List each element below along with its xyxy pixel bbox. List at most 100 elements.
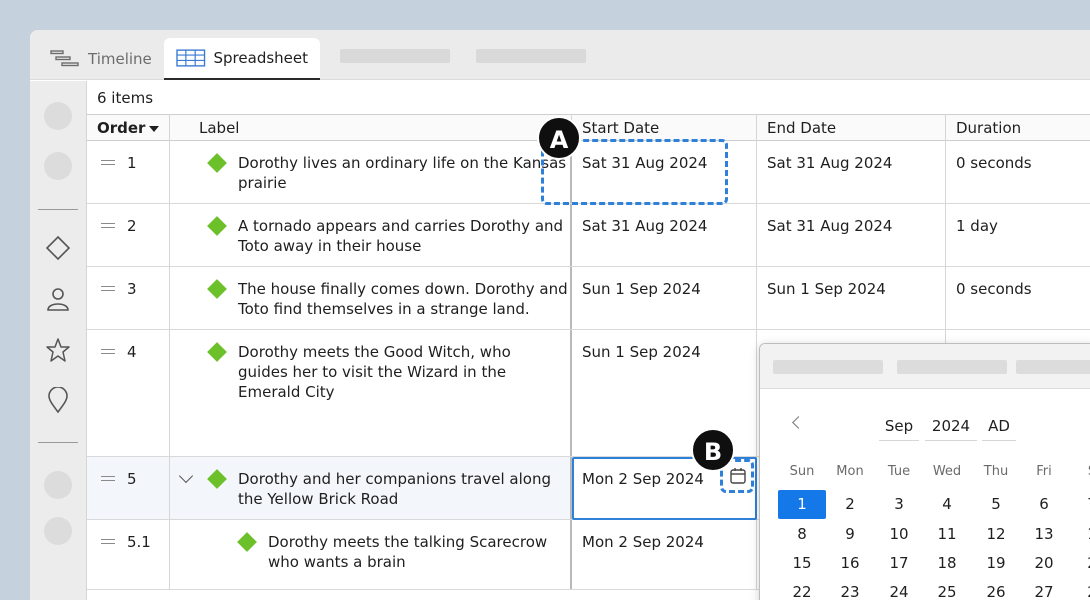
sidebar-placeholder-button[interactable] xyxy=(44,471,72,499)
calendar-day[interactable]: 16 xyxy=(826,549,874,578)
sidebar-placeholder-button[interactable] xyxy=(44,152,72,180)
label-cell[interactable]: The house finally comes down. Dorothy an… xyxy=(170,267,572,329)
calendar-day[interactable]: 27 xyxy=(1020,578,1068,600)
milestone-diamond-icon xyxy=(207,469,227,489)
order-cell: 2 xyxy=(87,204,170,266)
calendar-day[interactable]: 11 xyxy=(923,520,971,549)
calendar-day[interactable]: 24 xyxy=(875,578,923,600)
era-select[interactable]: AD xyxy=(982,411,1016,441)
label-cell[interactable]: Dorothy lives an ordinary life on the Ka… xyxy=(170,141,572,203)
order-number: 1 xyxy=(127,154,137,172)
drag-handle-icon[interactable] xyxy=(101,539,115,544)
drag-handle-icon[interactable] xyxy=(101,160,115,165)
calendar-day[interactable]: 19 xyxy=(972,549,1020,578)
calendar-day[interactable]: 2 xyxy=(1068,549,1090,578)
tab-placeholder xyxy=(476,49,586,63)
calendar-day[interactable]: 9 xyxy=(826,520,874,549)
calendar-day[interactable]: 3 xyxy=(875,490,923,519)
weekday-label: Tue xyxy=(887,464,911,479)
user-icon[interactable] xyxy=(45,286,71,312)
duration-cell[interactable]: 0 seconds xyxy=(946,267,1090,329)
milestone-diamond-icon xyxy=(207,216,227,236)
start-date-cell[interactable]: Mon 2 Sep 2024 xyxy=(572,520,757,589)
map-pin-icon[interactable] xyxy=(45,387,71,413)
label-text: Dorothy lives an ordinary life on the Ka… xyxy=(238,154,567,192)
order-cell: 5.1 xyxy=(87,520,170,589)
calendar-day[interactable]: 17 xyxy=(875,549,923,578)
drag-handle-icon[interactable] xyxy=(101,476,115,481)
callout-badge-b: B xyxy=(691,428,735,472)
calendar-day[interactable]: 4 xyxy=(923,490,971,519)
duration-cell[interactable]: 1 day xyxy=(946,204,1090,266)
label-cell[interactable]: A tornado appears and carries Dorothy an… xyxy=(170,204,572,266)
calendar-day[interactable]: 8 xyxy=(778,520,826,549)
duration-cell[interactable]: 0 seconds xyxy=(946,141,1090,203)
table-row[interactable]: 3 The house finally comes down. Dorothy … xyxy=(87,267,1090,330)
month-select[interactable]: Sep xyxy=(879,411,919,441)
column-header-order[interactable]: Order xyxy=(87,114,170,141)
drag-handle-icon[interactable] xyxy=(101,349,115,354)
sidebar-divider xyxy=(38,209,78,210)
tab-spreadsheet-label: Spreadsheet xyxy=(213,49,308,67)
tab-timeline-label: Timeline xyxy=(88,50,152,68)
calendar-day[interactable]: 22 xyxy=(778,578,826,600)
table-row[interactable]: 2 A tornado appears and carries Dorothy … xyxy=(87,204,1090,267)
sort-desc-icon xyxy=(149,125,160,132)
calendar-day[interactable]: 10 xyxy=(875,520,923,549)
calendar-day[interactable]: 1 xyxy=(1068,520,1090,549)
drag-handle-icon[interactable] xyxy=(101,286,115,291)
column-header-start-date[interactable]: Start Date xyxy=(572,114,757,141)
label-cell[interactable]: Dorothy meets the talking Scarecrow who … xyxy=(170,520,572,589)
tab-spreadsheet[interactable]: Spreadsheet xyxy=(164,38,320,80)
header-placeholder xyxy=(1016,360,1090,374)
start-date-cell[interactable]: Sat 31 Aug 2024 xyxy=(572,204,757,266)
end-date-cell[interactable]: Sun 1 Sep 2024 xyxy=(757,267,946,329)
chevron-left-icon[interactable] xyxy=(792,416,805,429)
milestone-diamond-icon xyxy=(237,532,257,552)
end-date-cell[interactable]: Sat 31 Aug 2024 xyxy=(757,141,946,203)
sidebar-placeholder-button[interactable] xyxy=(44,517,72,545)
header-placeholder xyxy=(773,360,883,374)
column-header-end-date[interactable]: End Date xyxy=(757,114,946,141)
column-header-duration[interactable]: Duration xyxy=(946,114,1090,141)
item-count: 6 items xyxy=(97,89,154,107)
end-date-cell[interactable]: Sat 31 Aug 2024 xyxy=(757,204,946,266)
year-select[interactable]: 2024 xyxy=(925,411,977,441)
sidebar-placeholder-button[interactable] xyxy=(44,102,72,130)
drag-handle-icon[interactable] xyxy=(101,223,115,228)
label-cell[interactable]: Dorothy meets the Good Witch, who guides… xyxy=(170,330,572,456)
calendar-day[interactable]: 18 xyxy=(923,549,971,578)
calendar-day[interactable]: 25 xyxy=(923,578,971,600)
calendar-day[interactable]: 12 xyxy=(972,520,1020,549)
column-header-label[interactable]: Label xyxy=(170,114,572,141)
calendar-day[interactable]: 20 xyxy=(1020,549,1068,578)
order-cell: 4 xyxy=(87,330,170,456)
header-placeholder xyxy=(897,360,1007,374)
sidebar-divider xyxy=(38,442,78,443)
calendar-day[interactable]: 26 xyxy=(972,578,1020,600)
calendar-day[interactable]: 23 xyxy=(826,578,874,600)
weekday-label: Sun xyxy=(789,464,815,479)
order-number: 3 xyxy=(127,280,137,298)
tab-placeholder xyxy=(340,49,450,63)
chevron-down-icon[interactable] xyxy=(178,468,194,484)
start-date-cell[interactable]: Sun 1 Sep 2024 xyxy=(572,267,757,329)
milestone-diamond-icon xyxy=(207,342,227,362)
diamond-icon[interactable] xyxy=(45,235,71,261)
calendar-day[interactable]: 6 xyxy=(1020,490,1068,519)
calendar-day[interactable]: 7 xyxy=(1068,490,1090,519)
spreadsheet-icon xyxy=(176,49,206,67)
calendar-day[interactable]: 13 xyxy=(1020,520,1068,549)
milestone-diamond-icon xyxy=(207,279,227,299)
order-cell: 5 xyxy=(87,457,170,519)
calendar-day[interactable]: 2 xyxy=(826,490,874,519)
timeline-icon xyxy=(50,50,79,67)
calendar-day[interactable]: 5 xyxy=(972,490,1020,519)
calendar-day[interactable]: 1 xyxy=(778,490,826,519)
label-cell[interactable]: Dorothy and her companions travel along … xyxy=(170,457,572,519)
star-icon[interactable] xyxy=(45,337,71,363)
order-number: 5.1 xyxy=(127,533,151,551)
calendar-day[interactable]: 15 xyxy=(778,549,826,578)
tab-timeline[interactable]: Timeline xyxy=(38,38,164,80)
calendar-day[interactable]: 2 xyxy=(1068,578,1090,600)
